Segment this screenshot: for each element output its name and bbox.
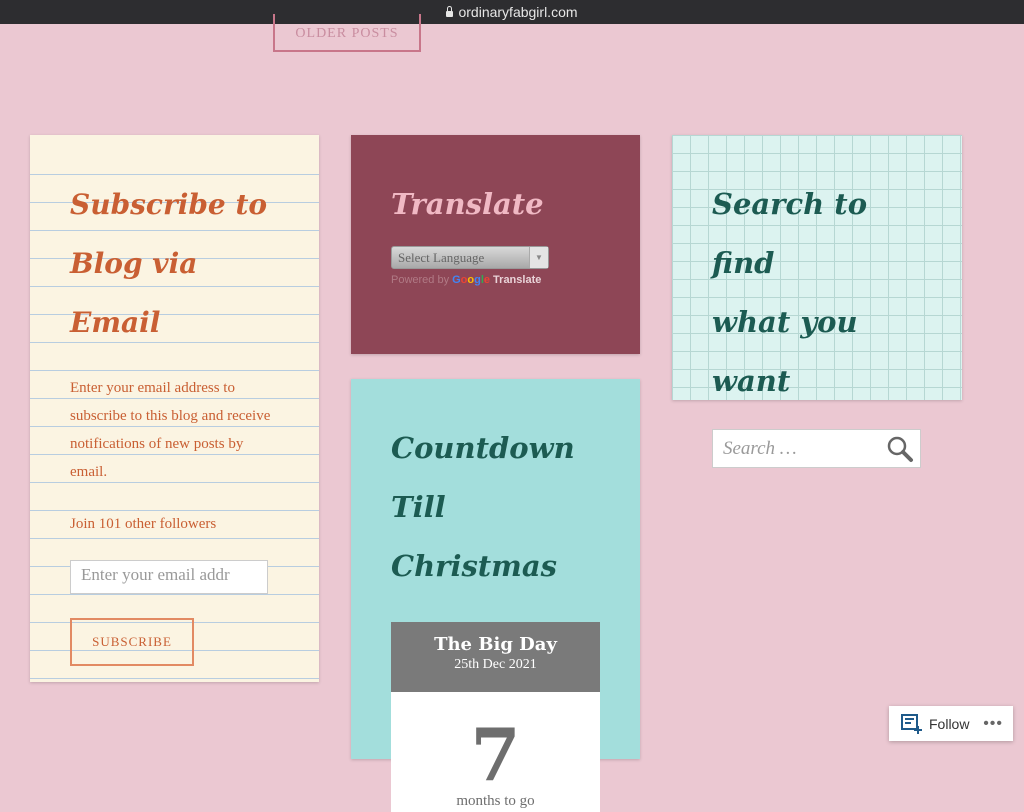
subscribe-button[interactable]: SUBSCRIBE: [70, 618, 194, 666]
google-logo: Google: [452, 274, 491, 286]
search-placeholder: Search …: [723, 437, 797, 459]
search-title-line1: Search to find: [712, 187, 868, 280]
countdown-title-line2: Christmas: [391, 549, 557, 583]
url-text: ordinaryfabgirl.com: [458, 4, 578, 20]
countdown-body: 7 months to go: [391, 692, 600, 812]
countdown-title-line1: Countdown Till: [391, 431, 575, 524]
language-select[interactable]: Select Language ▼: [391, 246, 549, 269]
search-icon[interactable]: [886, 435, 914, 463]
translate-title: Translate: [391, 187, 544, 221]
follow-label: Follow: [929, 715, 970, 732]
older-posts-button[interactable]: OLDER POSTS: [273, 14, 421, 52]
language-select-value: Select Language: [398, 249, 485, 265]
subscribe-title: Subscribe to Blog via Email: [70, 175, 279, 352]
search-widget: Search to find what you want Search …: [672, 135, 962, 468]
google-translate-link[interactable]: Translate: [493, 274, 541, 286]
countdown-event: The Big Day: [434, 634, 557, 655]
subscribe-title-line1: Subscribe to: [70, 188, 268, 221]
translate-widget: Translate Select Language ▼ Powered by G…: [351, 135, 640, 354]
search-input[interactable]: Search …: [712, 429, 921, 468]
subscribe-description: Enter your email address to subscribe to…: [70, 380, 271, 480]
subscribe-widget: Subscribe to Blog via Email Enter your e…: [30, 135, 319, 682]
countdown-header: The Big Day 25th Dec 2021: [391, 622, 600, 692]
follow-button[interactable]: Follow •••: [889, 706, 1013, 741]
countdown-title: Countdown Till Christmas: [391, 419, 600, 596]
powered-by-label: Powered by: [391, 274, 450, 286]
chevron-down-icon: ▼: [529, 247, 548, 268]
countdown-widget: Countdown Till Christmas The Big Day 25t…: [351, 379, 640, 812]
browser-url-bar[interactable]: ordinaryfabgirl.com: [0, 0, 1024, 24]
lock-icon: [446, 6, 454, 17]
subscribe-title-line2: Blog via Email: [70, 247, 198, 339]
followers-count: Join 101 other followers: [70, 516, 217, 532]
email-field[interactable]: Enter your email addr: [70, 560, 268, 594]
more-options-icon[interactable]: •••: [983, 715, 1003, 733]
powered-by-google: Powered by Google Translate: [391, 274, 600, 286]
countdown-value: 7: [470, 712, 521, 797]
search-title-line2: what you want: [712, 305, 858, 398]
search-title: Search to find what you want: [712, 175, 922, 411]
countdown-date: 25th Dec 2021: [454, 657, 537, 672]
countdown-unit: months to go: [456, 793, 535, 809]
reader-follow-icon: [901, 713, 922, 734]
